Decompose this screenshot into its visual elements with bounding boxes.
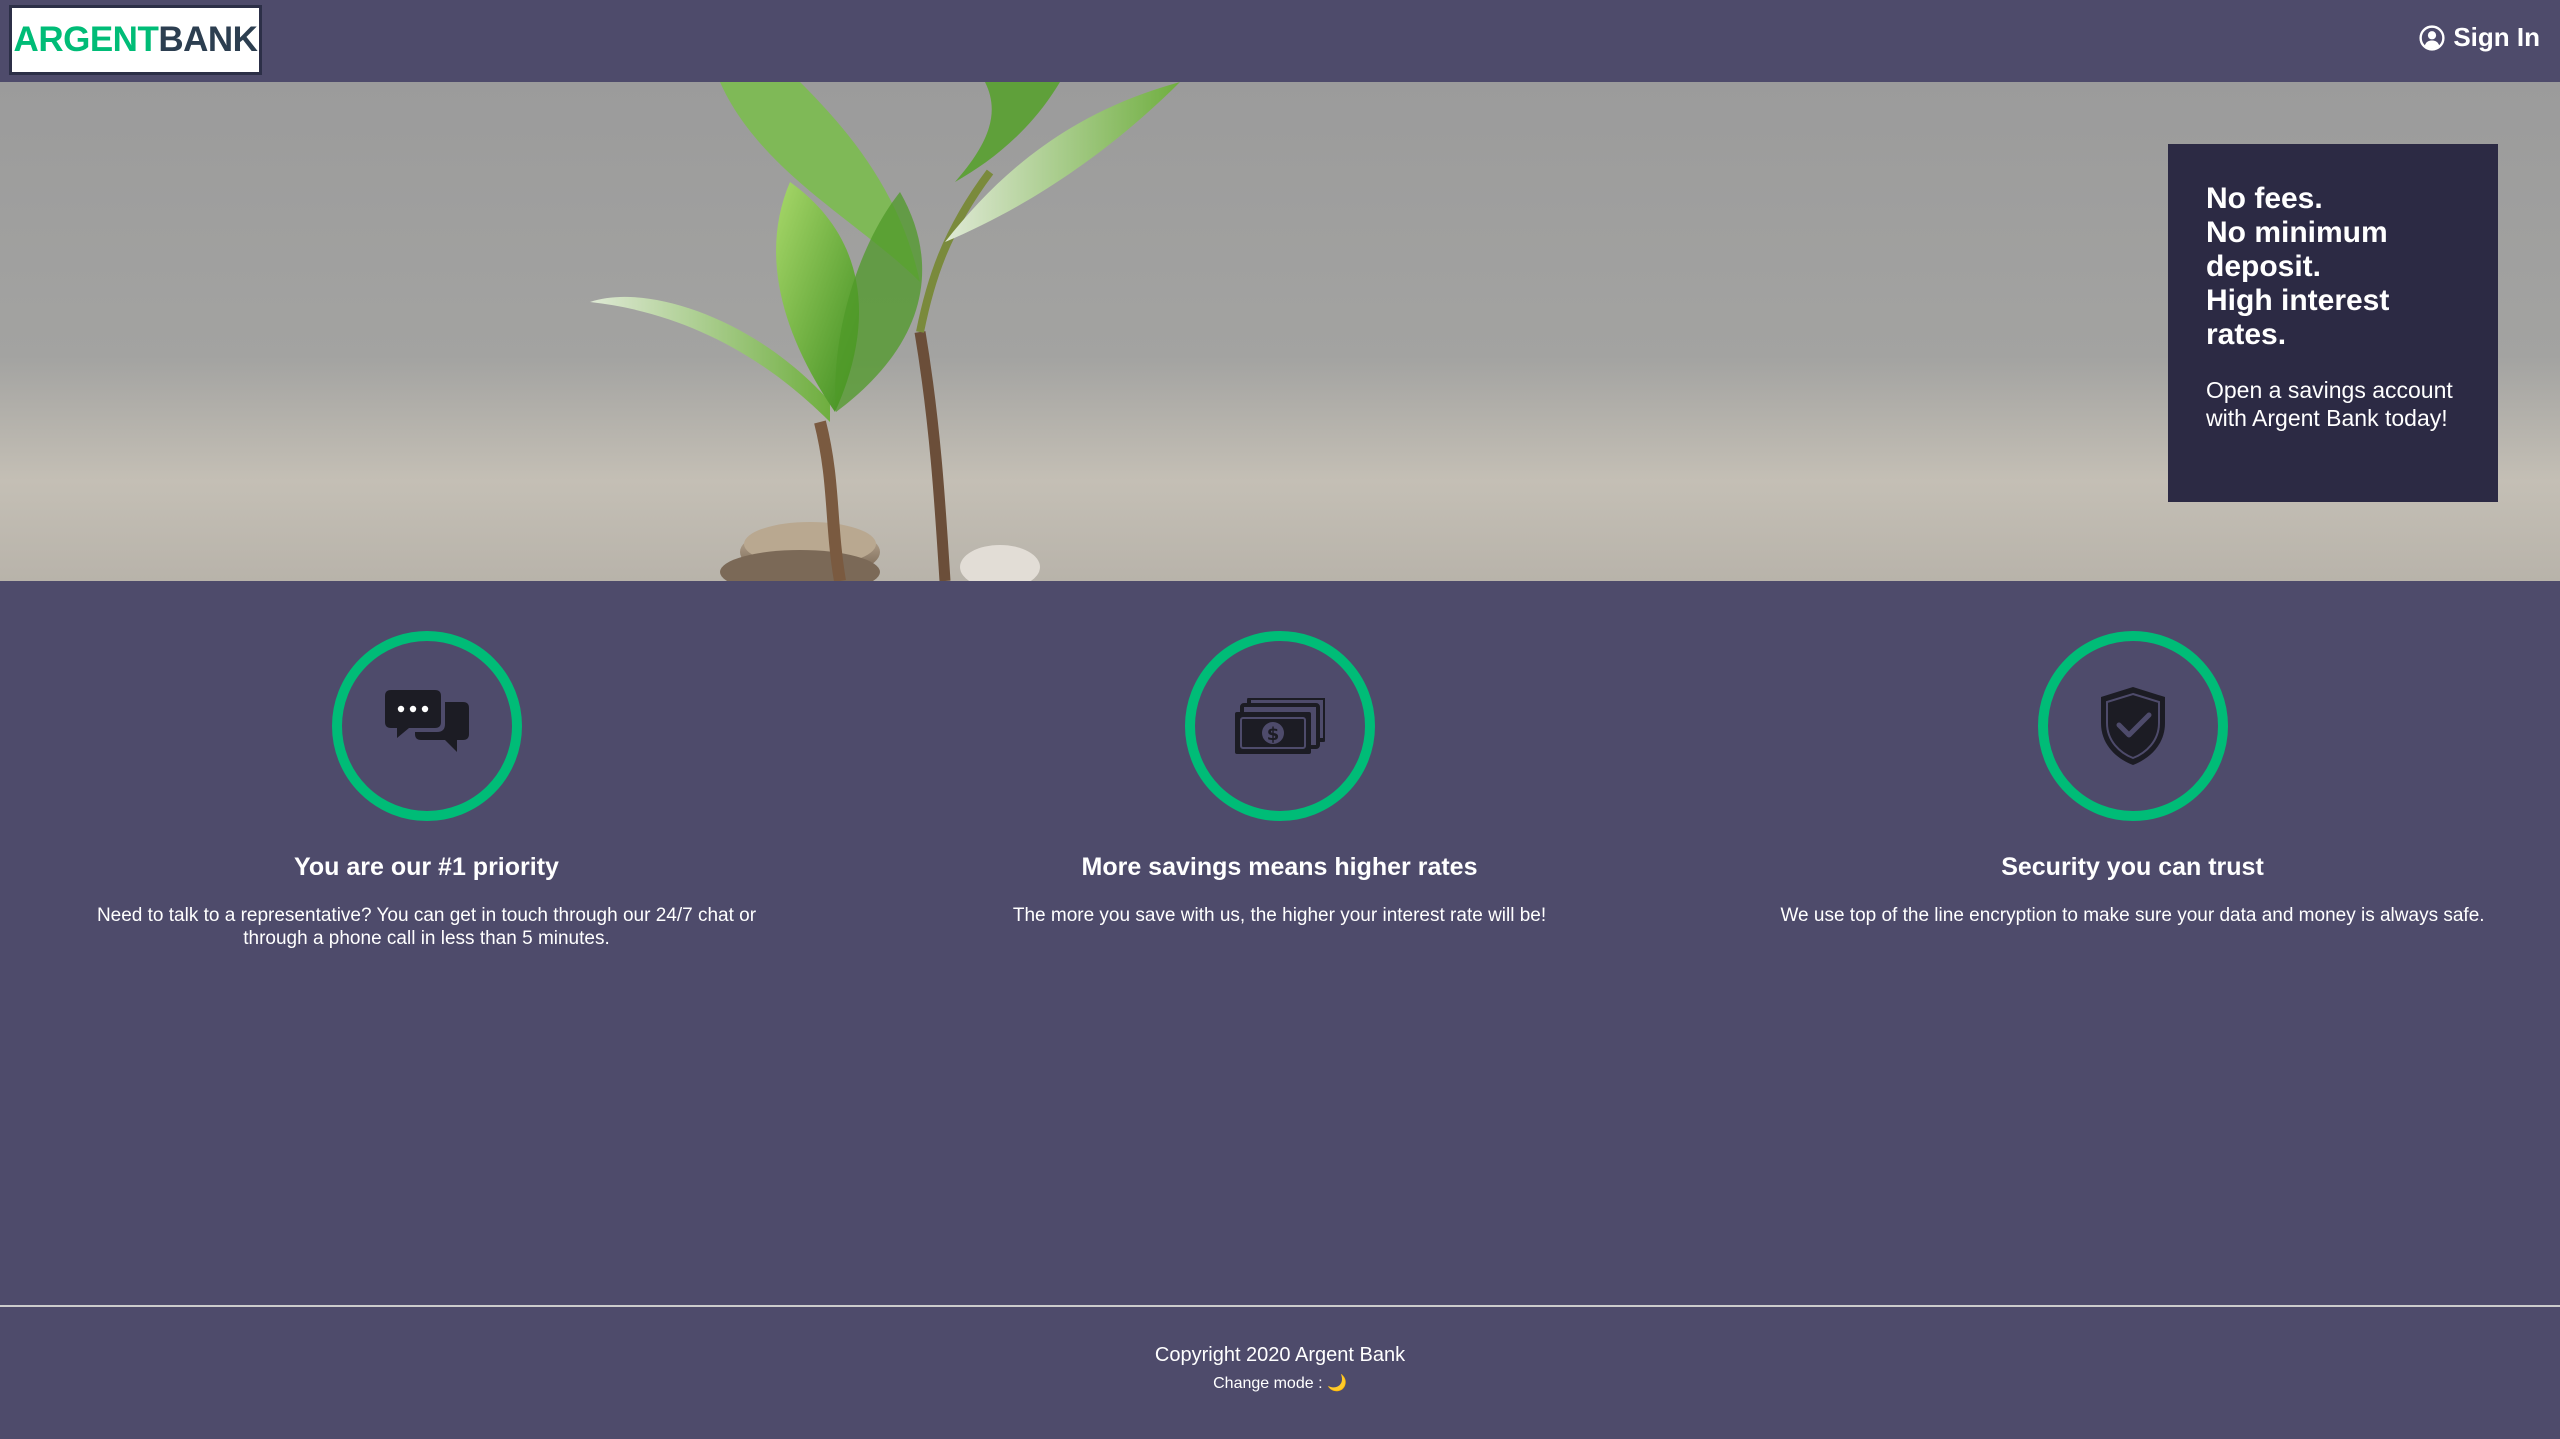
hero-text: Open a savings account with Argent Bank …	[2206, 377, 2453, 431]
feature-icon-circle	[2037, 631, 2228, 821]
logo-text-argent: ARGENT	[13, 20, 159, 59]
feature-title: Security you can trust	[2001, 853, 2264, 881]
logo-link[interactable]: ARGENT BANK	[9, 5, 262, 75]
security-shield-icon	[2100, 687, 2165, 765]
hero-subtitle: No fees.	[2206, 182, 2323, 215]
feature-text: Need to talk to a representative? You ca…	[96, 905, 757, 949]
money-icon: $	[1234, 698, 1325, 754]
moon-icon[interactable]: 🌙	[1327, 1375, 1347, 1392]
feature-icon-circle: $	[1184, 631, 1375, 821]
feature-title: More savings means higher rates	[1081, 853, 1478, 881]
user-circle-icon	[2419, 24, 2445, 51]
hero-promo-box: No fees. No minimum deposit. High intere…	[2168, 144, 2498, 502]
feature-item: Security you can trust We use top of the…	[1706, 631, 2559, 927]
sign-in-label: Sign In	[2453, 22, 2540, 52]
sign-in-link[interactable]: Sign In	[2419, 22, 2540, 53]
footer: Copyright 2020 Argent Bank Change mode :…	[0, 1305, 2560, 1439]
feature-title: You are our #1 priority	[294, 853, 559, 881]
chat-icon	[384, 690, 469, 752]
logo-text-bank: BANK	[158, 20, 258, 59]
hero-subtitle: No minimum deposit.	[2206, 216, 2388, 283]
feature-icon-circle	[331, 631, 522, 821]
features-section: You are our #1 priority Need to talk to …	[0, 581, 2560, 1301]
svg-text:$: $	[1266, 724, 1279, 745]
copyright-text: Copyright 2020 Argent Bank	[1154, 1344, 1406, 1366]
hero-subtitle: High interest rates.	[2206, 284, 2390, 351]
feature-item: $ More savings means higher rates The mo…	[853, 631, 1706, 927]
feature-text: The more you save with us, the higher yo…	[1012, 905, 1547, 926]
change-mode-label: Change mode :	[1213, 1375, 1323, 1392]
feature-text: We use top of the line encryption to mak…	[1780, 905, 2485, 926]
feature-item: You are our #1 priority Need to talk to …	[0, 631, 853, 950]
hero-banner: No fees. No minimum deposit. High intere…	[0, 82, 2560, 581]
change-mode-toggle[interactable]: Change mode : 🌙	[0, 1373, 2560, 1393]
main-nav: ARGENT BANK Sign In	[0, 0, 2560, 82]
